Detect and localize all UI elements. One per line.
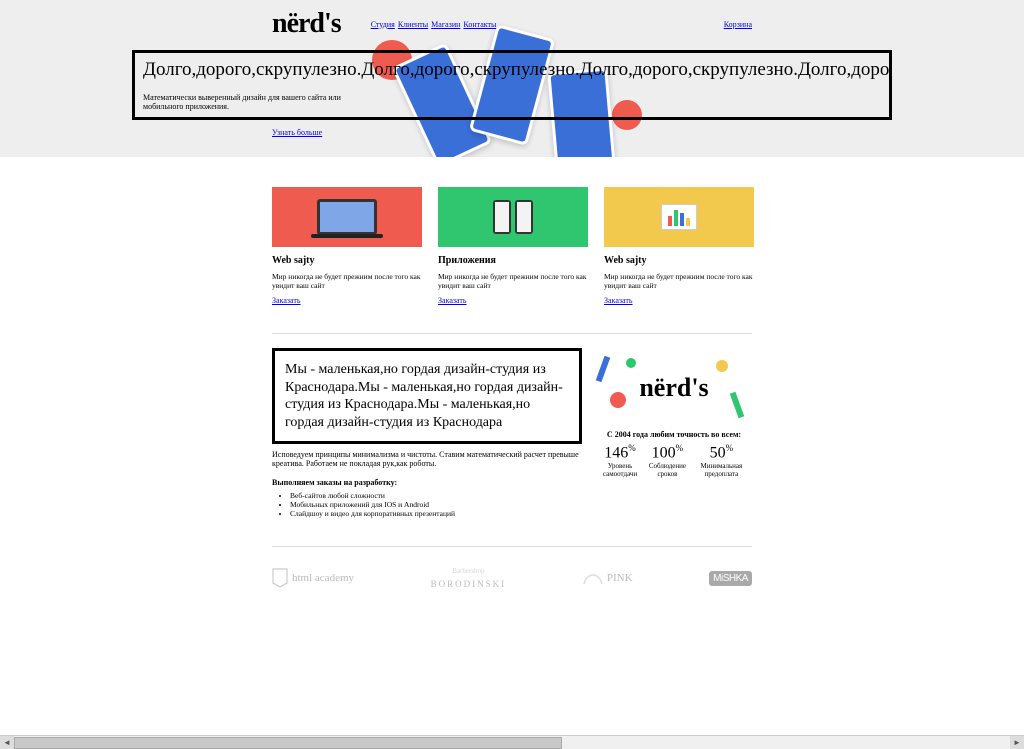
scroll-track[interactable] [14,736,1010,749]
nav-link-shop[interactable]: Магазин [431,20,460,29]
main-nav: Студия Клиенты Магазин Контакты [371,20,497,29]
client-logo-mishka: MiSHKA [709,571,752,586]
since-text: С 2004 года любим точность во всем: [596,430,752,439]
stat-item: 146% Уровень самоотдачи [596,443,644,478]
about-logo-illustration: nërd's [596,348,752,428]
scroll-right-arrow-icon[interactable]: ► [1010,736,1024,749]
service-order-link[interactable]: Заказать [272,296,301,305]
scroll-thumb[interactable] [14,737,562,749]
service-title: Web sajty [604,255,754,266]
clients-row: html academy Barbershop BORODINSKI PINK … [272,567,752,589]
service-websites-icon [272,187,422,247]
scroll-left-arrow-icon[interactable]: ◄ [0,736,14,749]
service-presentations-icon [604,187,754,247]
about-bullet-list: Веб-сайтов любой сложности Мобильных при… [290,491,582,518]
nav-link-clients[interactable]: Клиенты [398,20,428,29]
service-desc: Мир никогда не будет прежним после того … [604,272,754,290]
about-section: Мы - маленькая,но гордая дизайн-студия и… [272,348,752,518]
about-bullet: Мобильных приложений для IOS и Android [290,500,582,509]
hero-learn-more-link[interactable]: Узнать больше [272,128,322,137]
service-order-link[interactable]: Заказать [438,296,467,305]
about-bullet: Слайдшоу и видео для корпоративных презе… [290,509,582,518]
service-title: Приложения [438,255,588,266]
nav-basket-link[interactable]: Корзина [724,20,752,29]
client-logo-pink: PINK [583,571,633,585]
about-paragraph: Исповедуем принципы минимализма и чистот… [272,450,582,468]
horizontal-scrollbar[interactable]: ◄ ► [0,735,1024,749]
client-logo-htmlacademy: html academy [272,568,354,588]
divider [272,333,752,334]
service-desc: Мир никогда не будет прежним после того … [438,272,588,290]
service-card: Web sajty Мир никогда не будет прежним п… [272,187,422,305]
nav-link-contacts[interactable]: Контакты [463,20,496,29]
hero-headline-box: Долго,дорого,скрупулезно.Долго,дорого,ск… [132,50,892,120]
service-title: Web sajty [272,255,422,266]
service-card: Web sajty Мир никогда не будет прежним п… [604,187,754,305]
about-bullet: Веб-сайтов любой сложности [290,491,582,500]
brand-logo: nërd's [272,8,341,40]
stat-item: 50% Минимальная предоплата [691,443,752,478]
nav-link-studio[interactable]: Студия [371,20,395,29]
service-desc: Мир никогда не будет прежним после того … [272,272,422,290]
services-row: Web sajty Мир никогда не будет прежним п… [272,187,752,305]
hero-subtext: Математически выверенный дизайн для ваше… [143,93,343,111]
service-card: Приложения Мир никогда не будет прежним … [438,187,588,305]
hero-headline: Долго,дорого,скрупулезно.Долго,дорого,ск… [143,59,881,81]
about-subheading: Выполняем заказы на разработку: [272,478,582,487]
stats-row: 146% Уровень самоотдачи 100% Соблюдение … [596,443,752,478]
service-order-link[interactable]: Заказать [604,296,633,305]
about-headline-box: Мы - маленькая,но гордая дизайн-студия и… [272,348,582,444]
stat-item: 100% Соблюдение сроков [644,443,691,478]
divider [272,546,752,547]
client-logo-borodinski: Barbershop BORODINSKI [431,567,507,589]
service-apps-icon [438,187,588,247]
